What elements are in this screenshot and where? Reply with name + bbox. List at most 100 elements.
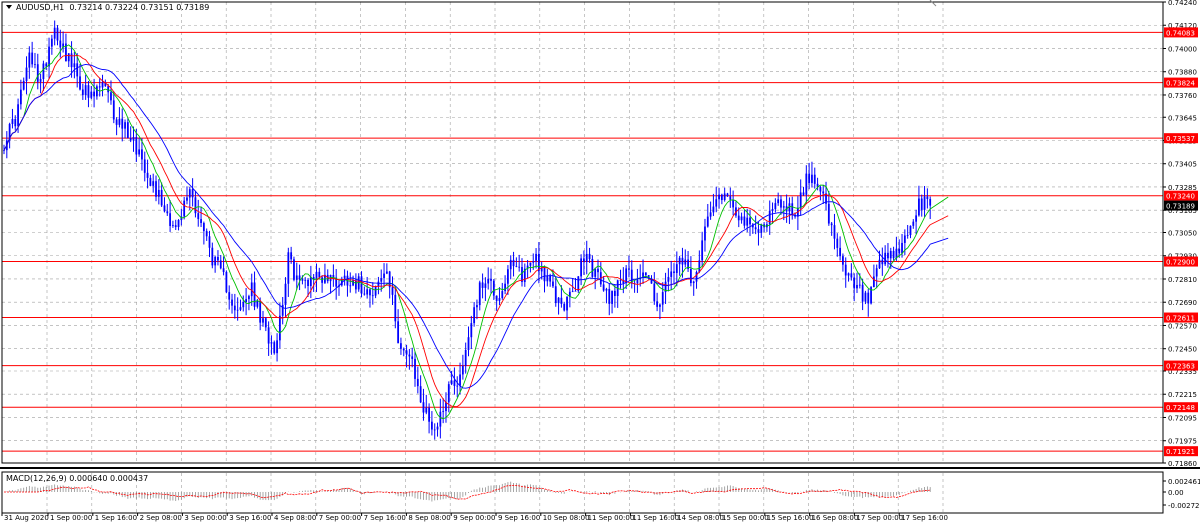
candle-body xyxy=(822,191,825,194)
candle-body xyxy=(422,402,425,413)
candle-body xyxy=(492,280,495,296)
ma-line xyxy=(3,44,931,420)
x-tick-label: 14 Sep 08:00 xyxy=(677,514,724,522)
candle-body xyxy=(729,196,732,200)
candle-body xyxy=(515,266,518,267)
ma-line-tail xyxy=(930,237,949,245)
candle-body xyxy=(239,307,242,310)
candle-body xyxy=(363,293,366,295)
candle-body xyxy=(45,63,48,67)
candle-body xyxy=(408,354,411,357)
candle-body xyxy=(706,216,709,227)
candle-body xyxy=(720,194,723,201)
moving-averages xyxy=(3,44,949,420)
candle-body xyxy=(90,91,93,98)
candle-body xyxy=(76,63,79,77)
candle-body xyxy=(391,287,394,295)
candle-body xyxy=(360,276,363,294)
candle-body xyxy=(512,259,515,267)
candle-body xyxy=(431,421,433,430)
candle-body xyxy=(909,225,912,236)
candle-body xyxy=(726,193,729,197)
candle-body xyxy=(675,264,678,274)
candle-body xyxy=(898,248,901,254)
candle-body xyxy=(605,288,608,291)
candle-body xyxy=(780,199,782,208)
candle-body xyxy=(625,268,628,284)
macd-panel: 0.002461 0.00 -0.002723 xyxy=(4,478,1200,510)
candle-body xyxy=(799,192,802,208)
candle-body xyxy=(273,342,276,354)
candle-body xyxy=(875,268,878,277)
candle-body xyxy=(188,189,191,198)
candle-body xyxy=(473,307,476,324)
y-tick-label: 0.72570 xyxy=(1168,322,1197,330)
candle-body xyxy=(59,40,62,48)
y-tick-label: 0.72215 xyxy=(1168,391,1197,399)
candle-body xyxy=(166,211,169,214)
candle-body xyxy=(529,262,532,266)
candle-body xyxy=(248,296,250,300)
candle-body xyxy=(915,215,918,222)
x-tick-label: 15 Sep 00:00 xyxy=(722,514,769,522)
candle-body xyxy=(709,212,712,217)
candle-body xyxy=(304,279,307,281)
candle-body xyxy=(118,118,121,125)
candle-body xyxy=(453,380,456,386)
candle-body xyxy=(678,257,681,265)
chart-shift-marker xyxy=(929,0,937,7)
candle-body xyxy=(400,343,402,349)
candle-body xyxy=(245,299,248,303)
candle-body xyxy=(543,267,546,282)
candle-body xyxy=(349,285,352,287)
y-tick-label: 0.73760 xyxy=(1168,92,1197,100)
candle-body xyxy=(87,85,90,98)
x-tick-label: 4 Sep 08:00 xyxy=(274,514,316,522)
candle-body xyxy=(470,323,473,338)
y-tick-label: 0.71860 xyxy=(1168,460,1197,468)
candle-body xyxy=(718,194,720,200)
candle-body xyxy=(321,277,324,283)
x-tick-label: 2 Sep 08:00 xyxy=(140,514,182,522)
candle-body xyxy=(56,27,59,41)
candle-body xyxy=(535,253,537,262)
candle-body xyxy=(495,295,498,301)
candle-body xyxy=(549,275,552,282)
candle-body xyxy=(585,253,588,262)
candle-body xyxy=(903,235,906,243)
candle-body xyxy=(552,281,554,287)
candle-body xyxy=(602,284,605,291)
dropdown-triangle-icon[interactable] xyxy=(6,5,12,9)
candle-body xyxy=(906,235,909,236)
candle-body xyxy=(504,283,506,292)
candle-body xyxy=(850,273,853,278)
candle-body xyxy=(177,220,180,228)
candle-body xyxy=(366,289,369,295)
candle-body xyxy=(712,206,715,213)
candle-body xyxy=(284,283,287,305)
grid-lines xyxy=(2,1,1163,513)
candle-body xyxy=(546,275,549,282)
candle-body xyxy=(447,384,450,403)
candle-body xyxy=(50,38,53,47)
candle-body xyxy=(740,216,743,221)
candle-body xyxy=(644,272,647,276)
candle-body xyxy=(771,209,774,211)
y-tick-label: 0.73050 xyxy=(1168,230,1197,238)
candle-body xyxy=(152,181,155,186)
candle-body xyxy=(819,187,822,192)
candle-body xyxy=(428,407,430,422)
x-tick-label: 3 Sep 00:00 xyxy=(184,514,226,522)
candle-body xyxy=(918,198,920,216)
candle-body xyxy=(205,231,208,237)
candle-body xyxy=(836,238,839,248)
candle-body xyxy=(861,284,864,302)
candle-body xyxy=(842,256,844,265)
macd-label: MACD(12,26,9) 0.000640 0.000437 xyxy=(6,474,149,483)
candle-body xyxy=(79,76,81,90)
candle-body xyxy=(659,304,661,307)
chart-canvas[interactable]: 0.742400.741200.740000.738800.737600.736… xyxy=(0,0,1200,523)
y-tick-label: 0.72095 xyxy=(1168,414,1197,422)
candle-body xyxy=(611,290,613,304)
candle-body xyxy=(704,226,706,241)
